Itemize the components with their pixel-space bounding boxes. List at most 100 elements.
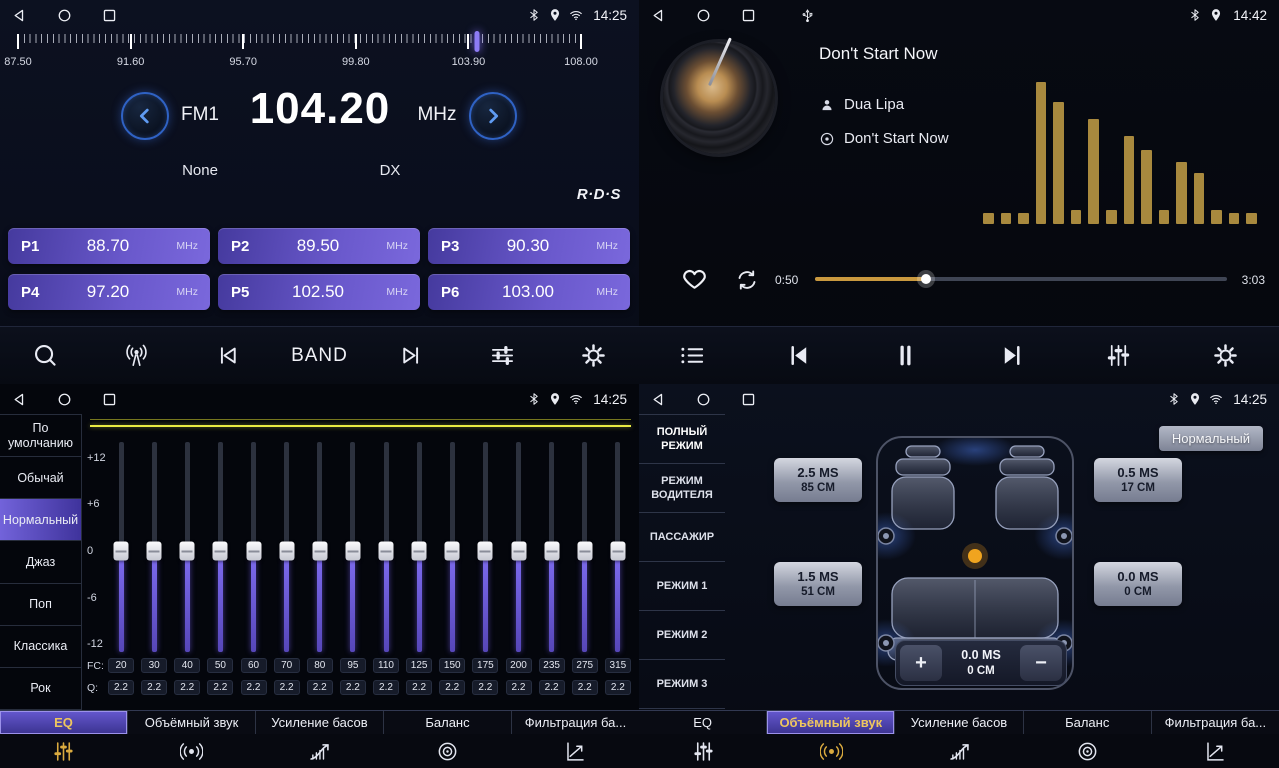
nav-recents-icon[interactable] [741,8,756,23]
nav-home-icon[interactable] [696,392,711,407]
slider-handle[interactable] [312,542,327,561]
eq-band-slider[interactable] [307,442,333,652]
sound-preset-button[interactable]: Нормальный [1159,426,1263,451]
eq-band-slider[interactable] [406,442,432,652]
nav-back-icon[interactable] [651,392,666,407]
previous-station-button[interactable] [200,333,254,379]
delay-front-left[interactable]: 2.5 MS 85 CM [774,458,862,502]
nav-back-icon[interactable] [651,8,666,23]
slider-handle[interactable] [180,542,195,561]
crossover-filter-icon[interactable] [1151,740,1279,763]
radio-source-button[interactable] [109,333,163,379]
tab-surround-sound[interactable]: Объёмный звук [766,711,894,734]
seek-up-button[interactable] [469,92,517,140]
eq-preset-item[interactable]: Рок [0,668,81,710]
eq-band-slider[interactable] [472,442,498,652]
delay-rear-left[interactable]: 1.5 MS 51 CM [774,562,862,606]
eq-band-slider[interactable] [274,442,300,652]
eq-band-slider[interactable] [506,442,532,652]
eq-band-slider[interactable] [340,442,366,652]
slider-handle[interactable] [246,542,261,561]
favorite-button[interactable] [681,265,708,292]
playlist-button[interactable] [665,333,719,379]
surround-sound-icon[interactable] [767,740,895,763]
slider-handle[interactable] [511,542,526,561]
preset-button-p3[interactable]: P390.30MHz [428,228,630,264]
nav-recents-icon[interactable] [102,392,117,407]
slider-handle[interactable] [279,542,294,561]
band-button[interactable]: BAND [291,333,348,379]
crossover-filter-icon[interactable] [511,740,639,763]
tab-surround-sound[interactable]: Объёмный звук [127,711,255,734]
repeat-button[interactable] [735,268,759,292]
next-track-button[interactable] [985,333,1039,379]
delay-minus-button[interactable]: − [1020,645,1062,681]
nav-home-icon[interactable] [57,8,72,23]
eq-preset-item[interactable]: Классика [0,626,81,668]
scan-stations-button[interactable] [18,333,72,379]
slider-handle[interactable] [147,542,162,561]
mode-item[interactable]: РЕЖИМ ВОДИТЕЛЯ [639,464,725,513]
nav-recents-icon[interactable] [741,392,756,407]
tab-balance[interactable]: Баланс [383,711,511,734]
slider-handle[interactable] [577,542,592,561]
eq-band-slider[interactable] [373,442,399,652]
bass-boost-icon[interactable] [895,740,1023,763]
eq-band-slider[interactable] [439,442,465,652]
eq-sliders-icon[interactable] [639,740,767,763]
slider-handle[interactable] [412,542,427,561]
slider-handle[interactable] [445,542,460,561]
mode-item[interactable]: РЕЖИМ 2 [639,611,725,660]
preset-button-p2[interactable]: P289.50MHz [218,228,420,264]
slider-handle[interactable] [610,542,625,561]
nav-back-icon[interactable] [12,392,27,407]
delay-front-right[interactable]: 0.5 MS 17 CM [1094,458,1182,502]
preset-button-p5[interactable]: P5102.50MHz [218,274,420,310]
pause-button[interactable] [879,333,933,379]
slider-handle[interactable] [379,542,394,561]
eq-preset-item[interactable]: По умолчанию [0,415,81,457]
mode-item[interactable]: ПАССАЖИР [639,513,725,562]
mode-item[interactable]: РЕЖИМ 3 [639,660,725,709]
mode-item[interactable]: РЕЖИМ 1 [639,562,725,611]
tab-bass-boost[interactable]: Усиление басов [255,711,383,734]
eq-band-slider[interactable] [605,442,631,652]
settings-button[interactable] [1199,333,1253,379]
next-station-button[interactable] [385,333,439,379]
eq-band-slider[interactable] [207,442,233,652]
nav-back-icon[interactable] [12,8,27,23]
tab-eq[interactable]: EQ [639,711,766,734]
eq-band-slider[interactable] [108,442,134,652]
seek-slider[interactable] [815,277,1227,281]
eq-preset-item[interactable]: Обычай [0,457,81,499]
nav-home-icon[interactable] [57,392,72,407]
eq-band-slider[interactable] [141,442,167,652]
previous-track-button[interactable] [772,333,826,379]
frequency-ruler[interactable]: 87.5091.6095.7099.80103.90108.00 [18,34,581,76]
slider-handle[interactable] [213,542,228,561]
slider-handle[interactable] [544,542,559,561]
eq-band-slider[interactable] [572,442,598,652]
tab-balance[interactable]: Баланс [1023,711,1151,734]
slider-handle[interactable] [114,542,129,561]
bass-boost-icon[interactable] [256,740,384,763]
preset-button-p4[interactable]: P497.20MHz [8,274,210,310]
eq-sliders-icon[interactable] [0,740,128,763]
eq-band-slider[interactable] [241,442,267,652]
delay-rear-right[interactable]: 0.0 MS 0 CM [1094,562,1182,606]
tab-crossover-filter[interactable]: Фильтрация ба... [1151,711,1279,734]
tab-crossover-filter[interactable]: Фильтрация ба... [511,711,639,734]
preset-button-p6[interactable]: P6103.00MHz [428,274,630,310]
slider-handle[interactable] [478,542,493,561]
preset-button-p1[interactable]: P188.70MHz [8,228,210,264]
nav-recents-icon[interactable] [102,8,117,23]
eq-preset-item[interactable]: Джаз [0,541,81,583]
dx-mode-label[interactable]: DX [366,162,414,179]
balance-icon[interactable] [383,740,511,763]
eq-preset-item[interactable]: Нормальный [0,499,81,541]
seek-down-button[interactable] [121,92,169,140]
eq-preset-item[interactable]: Поп [0,584,81,626]
delay-plus-button[interactable]: + [900,645,942,681]
tab-bass-boost[interactable]: Усиление басов [894,711,1022,734]
tab-eq[interactable]: EQ [0,711,127,734]
